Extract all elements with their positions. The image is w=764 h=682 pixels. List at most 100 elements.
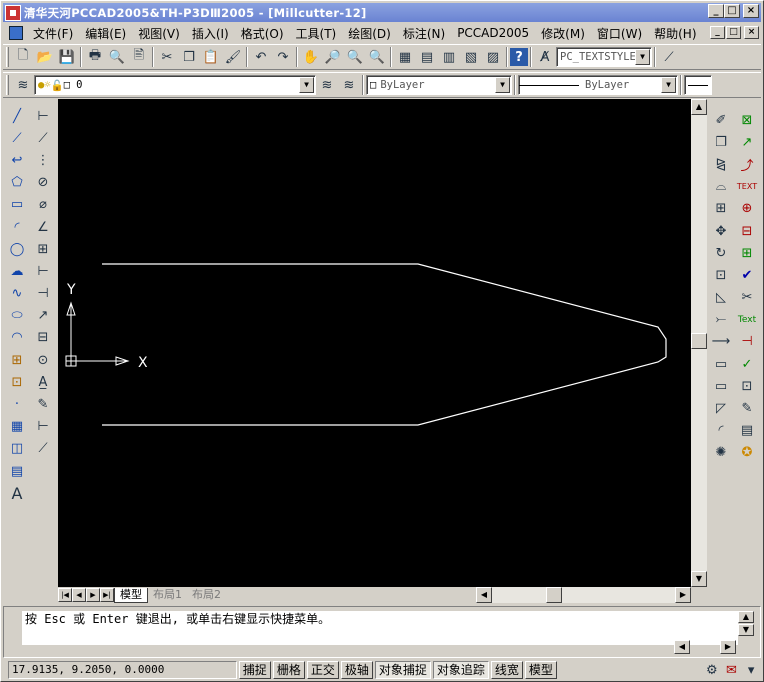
circle-icon[interactable]: ◯ <box>6 238 28 260</box>
match-properties-icon[interactable]: 🖌 <box>222 46 244 68</box>
lineweight-toggle[interactable]: 线宽 <box>490 661 523 679</box>
hatch-icon[interactable]: ▦ <box>6 416 28 438</box>
menu-help[interactable]: 帮助(H) <box>648 25 702 42</box>
publish-icon[interactable]: 🖹 <box>128 46 150 68</box>
first-tab-button[interactable]: |◀ <box>58 588 72 602</box>
redo-icon[interactable]: ↷ <box>272 46 294 68</box>
menu-edit[interactable]: 编辑(E) <box>79 25 132 42</box>
menu-pccad[interactable]: PCCAD2005 <box>451 26 535 40</box>
offset-icon[interactable]: ⌓ <box>710 176 732 198</box>
cmd-scroll-down[interactable]: ▼ <box>738 624 754 636</box>
pccad-text-icon[interactable]: TEXT <box>736 176 758 198</box>
layer-select[interactable]: ● ☼ 🔓 □ 0 ▼ <box>34 75 316 95</box>
pccad-tool-12-icon[interactable]: ✓ <box>736 353 758 375</box>
dimension-text-edit-icon[interactable]: ✎ <box>32 393 54 415</box>
next-tab-button[interactable]: ▶ <box>86 588 100 602</box>
help-icon[interactable]: ? <box>510 48 528 66</box>
snap-toggle[interactable]: 捕捉 <box>238 661 271 679</box>
pccad-tool-3-icon[interactable]: ⤴ <box>736 153 758 175</box>
scroll-right-button[interactable]: ▶ <box>675 587 691 603</box>
tab-model[interactable]: 模型 <box>114 587 148 603</box>
aligned-dimension-icon[interactable]: ⟋ <box>32 127 54 149</box>
layer-previous-icon[interactable]: ≋ <box>338 74 360 96</box>
continue-dimension-icon[interactable]: ⊣ <box>32 283 54 305</box>
last-tab-button[interactable]: ▶| <box>100 588 114 602</box>
print-icon[interactable]: 🖶 <box>84 46 106 68</box>
doc-restore-button[interactable]: □ <box>726 26 741 39</box>
open-icon[interactable]: 📂 <box>34 46 56 68</box>
zoom-realtime-icon[interactable]: 🔎 <box>322 46 344 68</box>
tab-layout1[interactable]: 布局1 <box>148 588 187 603</box>
tray-menu-icon[interactable]: ▾ <box>741 659 761 681</box>
coordinate-readout[interactable]: 17.9135, 9.2050, 0.0000 <box>8 661 237 679</box>
chevron-down-icon[interactable]: ▼ <box>299 77 314 93</box>
horizontal-scrollbar[interactable]: ◀ ▶ <box>476 587 691 603</box>
menu-dimension[interactable]: 标注(N) <box>397 25 451 42</box>
mirror-icon[interactable]: ⧎ <box>710 153 732 175</box>
pccad-tool-5-icon[interactable]: ⊕ <box>736 198 758 220</box>
pccad-text-2-icon[interactable]: Text <box>736 309 758 331</box>
tab-layout2[interactable]: 布局2 <box>187 588 226 603</box>
drawing-canvas[interactable]: Y X <box>58 99 691 587</box>
ellipse-icon[interactable]: ⬭ <box>6 305 28 327</box>
command-input[interactable] <box>22 629 738 645</box>
polygon-icon[interactable]: ⬠ <box>6 172 28 194</box>
dimension-style-icon[interactable]: ⟋ <box>32 438 54 460</box>
pccad-tool-8-icon[interactable]: ✔ <box>736 264 758 286</box>
quick-dimension-icon[interactable]: ⊞ <box>32 238 54 260</box>
move-icon[interactable]: ✥ <box>710 220 732 242</box>
chevron-down-icon[interactable]: ▼ <box>635 49 650 65</box>
scale-icon[interactable]: ⊡ <box>710 264 732 286</box>
model-toggle[interactable]: 模型 <box>524 661 557 679</box>
make-object-layer-current-icon[interactable]: ≋ <box>316 74 338 96</box>
copy-icon[interactable]: ❐ <box>178 46 200 68</box>
menu-draw[interactable]: 绘图(D) <box>342 25 397 42</box>
polar-toggle[interactable]: 极轴 <box>340 661 373 679</box>
cutter-profile[interactable] <box>102 263 667 426</box>
break-at-point-icon[interactable]: ▭ <box>710 353 732 375</box>
doc-minimize-button[interactable]: _ <box>710 26 725 39</box>
insert-block-icon[interactable]: ⊞ <box>6 349 28 371</box>
region-icon[interactable]: ◫ <box>6 438 28 460</box>
undo-icon[interactable]: ↶ <box>250 46 272 68</box>
properties-icon[interactable]: ▦ <box>394 46 416 68</box>
extend-icon[interactable]: ⟶ <box>710 331 732 353</box>
menu-format[interactable]: 格式(O) <box>235 25 290 42</box>
spline-icon[interactable]: ∿ <box>6 283 28 305</box>
diameter-dimension-icon[interactable]: ⌀ <box>32 194 54 216</box>
revision-cloud-icon[interactable]: ☁ <box>6 260 28 282</box>
close-button[interactable]: × <box>743 4 759 18</box>
osnap-toggle[interactable]: 对象捕捉 <box>374 661 431 679</box>
baseline-dimension-icon[interactable]: ⊢ <box>32 260 54 282</box>
minimize-button[interactable]: _ <box>708 4 724 18</box>
ortho-toggle[interactable]: 正交 <box>306 661 339 679</box>
tray-settings-icon[interactable]: ✉ <box>722 659 742 681</box>
menu-modify[interactable]: 修改(M) <box>535 25 591 42</box>
radius-dimension-icon[interactable]: ⊘ <box>32 172 54 194</box>
hscroll-thumb[interactable] <box>546 587 562 603</box>
make-block-icon[interactable]: ⊡ <box>6 371 28 393</box>
text-style-icon[interactable]: A̸ <box>534 46 556 68</box>
polyline-icon[interactable]: ↩ <box>6 149 28 171</box>
dimension-style-icon[interactable]: ⟋ <box>658 46 680 68</box>
toolbar-grip[interactable] <box>6 75 9 95</box>
pccad-tool-2-icon[interactable]: ↗ <box>736 131 758 153</box>
multiline-text-icon[interactable]: A <box>6 482 28 504</box>
array-icon[interactable]: ⊞ <box>710 198 732 220</box>
vertical-scrollbar[interactable]: ▲ ▼ <box>691 99 707 587</box>
maximize-button[interactable]: □ <box>724 4 740 18</box>
chamfer-icon[interactable]: ◸ <box>710 397 732 419</box>
fillet-icon[interactable]: ◜ <box>710 420 732 442</box>
point-icon[interactable]: · <box>6 393 28 415</box>
menu-window[interactable]: 窗口(W) <box>591 25 648 42</box>
communication-center-icon[interactable]: ⚙ <box>702 659 722 681</box>
layer-manager-icon[interactable]: ≋ <box>12 74 34 96</box>
ordinate-dimension-icon[interactable]: ⋮ <box>32 149 54 171</box>
menu-tools[interactable]: 工具(T) <box>290 25 343 42</box>
cmd-scroll-right[interactable]: ▶ <box>720 640 736 654</box>
quick-leader-icon[interactable]: ↗ <box>32 305 54 327</box>
doc-close-button[interactable]: × <box>744 26 759 39</box>
pccad-tool-11-icon[interactable]: ⊣ <box>736 331 758 353</box>
linetype-select[interactable]: ByLayer ▼ <box>518 75 678 95</box>
pccad-tool-13-icon[interactable]: ⊡ <box>736 375 758 397</box>
